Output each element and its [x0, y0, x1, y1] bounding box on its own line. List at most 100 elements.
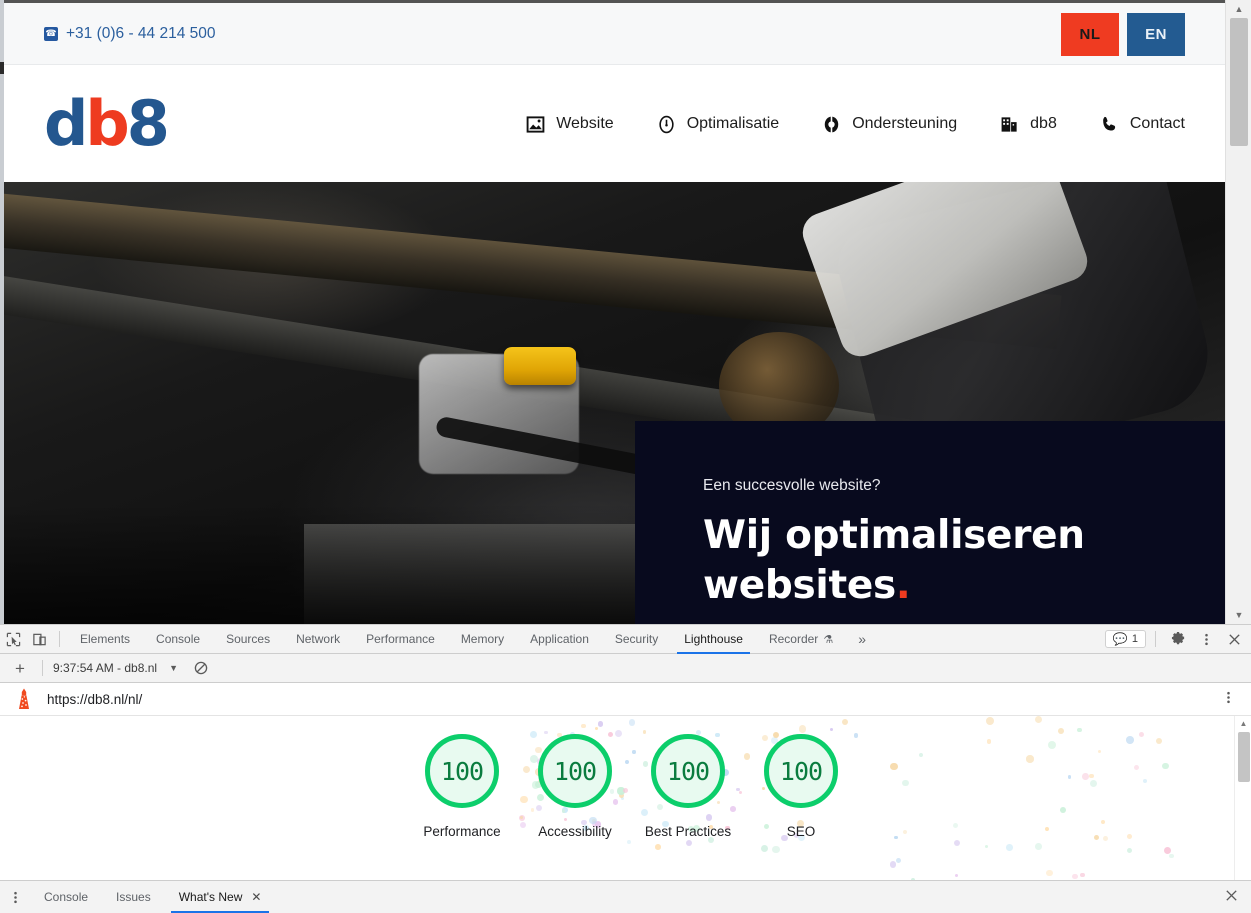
- flask-icon: ⚗: [823, 633, 834, 646]
- tab-sources[interactable]: Sources: [213, 625, 283, 654]
- gauge-performance[interactable]: 100 Performance: [409, 734, 515, 842]
- hero-title-line1: Wij optimaliseren: [703, 513, 1085, 558]
- page-scrollbar[interactable]: ▲ ▼: [1225, 0, 1251, 624]
- drawer-tab-whats-new[interactable]: What's New ✕: [165, 881, 276, 913]
- logo-letter-b: b: [85, 87, 129, 160]
- devtools-drawer: Console Issues What's New ✕: [0, 880, 1251, 913]
- device-toolbar-icon[interactable]: [26, 626, 52, 652]
- nav-label: db8: [1030, 115, 1057, 132]
- gauge-accessibility[interactable]: 100 Accessibility: [522, 734, 628, 842]
- lighthouse-score-gauges: 100 Performance 100 Accessibility 100 Be…: [409, 734, 854, 842]
- gauge-label: Best Practices: [644, 824, 732, 839]
- drawer-tab-console[interactable]: Console: [30, 881, 102, 913]
- scroll-up-arrow-icon[interactable]: ▲: [1226, 0, 1251, 18]
- lang-button-nl[interactable]: NL: [1061, 13, 1119, 56]
- gauge-seo[interactable]: 100 SEO: [748, 734, 854, 842]
- tab-memory[interactable]: Memory: [448, 625, 517, 654]
- hero-eyebrow: Een succesvolle website?: [703, 477, 881, 494]
- messages-count: 1: [1131, 633, 1138, 645]
- primary-nav: Website Optimalisatie Ondersteuning db8: [526, 115, 1185, 134]
- tab-elements[interactable]: Elements: [67, 625, 143, 654]
- nav-item-optimalisatie[interactable]: Optimalisatie: [657, 115, 779, 134]
- tab-recorder-label: Recorder: [768, 631, 819, 646]
- gauge-score: 100: [553, 756, 597, 786]
- gauge-label: SEO: [786, 824, 816, 839]
- message-icon: 💬: [1112, 632, 1128, 646]
- devtools-tabbar: Elements Console Sources Network Perform…: [0, 625, 1251, 654]
- scroll-down-arrow-icon[interactable]: ▼: [1226, 606, 1251, 624]
- nav-label: Contact: [1129, 115, 1185, 132]
- toolbar-divider: [1155, 631, 1156, 647]
- nav-label: Ondersteuning: [852, 115, 958, 132]
- nav-label: Website: [556, 115, 614, 132]
- lighthouse-report-toolbar: + 9:37:54 AM - db8.nl ▼: [0, 654, 1251, 683]
- more-vertical-icon[interactable]: [0, 890, 30, 905]
- tab-application[interactable]: Application: [517, 625, 602, 654]
- more-vertical-icon[interactable]: [1193, 626, 1219, 652]
- gauge-label: Performance: [423, 824, 501, 839]
- tab-performance[interactable]: Performance: [353, 625, 448, 654]
- page-scrollbar-thumb[interactable]: [1230, 18, 1248, 146]
- tab-security[interactable]: Security: [602, 625, 671, 654]
- gauge-ring: 100: [764, 734, 838, 808]
- lighthouse-url-row: https://db8.nl/nl/: [0, 683, 1251, 716]
- nav-item-website[interactable]: Website: [526, 115, 614, 134]
- gauge-ring: 100: [651, 734, 725, 808]
- toolbar-divider: [42, 660, 43, 676]
- site-navbar: db8 Website Optimalisatie Ondersteuning: [4, 66, 1225, 182]
- site-logo[interactable]: db8: [44, 93, 170, 155]
- hero-title-accent-dot: .: [895, 562, 911, 608]
- lighthouse-icon: [14, 688, 34, 710]
- nav-item-ondersteuning[interactable]: Ondersteuning: [822, 115, 957, 134]
- hero-text-panel: Een succesvolle website? Wij optimaliser…: [635, 421, 1225, 624]
- scroll-up-arrow-icon[interactable]: ▲: [1235, 716, 1251, 731]
- tab-console[interactable]: Console: [143, 625, 213, 654]
- site-topbar: ☎ +31 (0)6 - 44 214 500 NL EN: [4, 3, 1225, 65]
- language-switcher: NL EN: [1061, 13, 1185, 56]
- page-left-edge: [0, 0, 4, 624]
- more-vertical-icon[interactable]: [1222, 690, 1235, 708]
- inspect-cursor-icon[interactable]: [0, 626, 26, 652]
- nav-label: Optimalisatie: [686, 115, 780, 132]
- report-scrollbar-thumb[interactable]: [1238, 732, 1250, 782]
- devtools-toolbar-right: 💬 1: [1104, 626, 1247, 652]
- tab-recorder[interactable]: Recorder ⚗: [756, 625, 846, 654]
- audited-url: https://db8.nl/nl/: [47, 691, 143, 707]
- nav-item-contact[interactable]: Contact: [1100, 115, 1185, 134]
- devtools-panel: Elements Console Sources Network Perform…: [0, 624, 1251, 913]
- close-icon[interactable]: ✕: [251, 881, 261, 913]
- chevron-down-icon[interactable]: ▼: [169, 663, 178, 673]
- messages-badge[interactable]: 💬 1: [1104, 630, 1146, 648]
- hero-title-line2-wrap: websites.: [703, 561, 1225, 611]
- close-icon[interactable]: [1221, 626, 1247, 652]
- lang-button-en[interactable]: EN: [1127, 13, 1185, 56]
- tab-lighthouse[interactable]: Lighthouse: [671, 625, 756, 654]
- gauge-ring: 100: [425, 734, 499, 808]
- page-top-rule: [4, 0, 1225, 3]
- logo-digit-8: 8: [126, 87, 170, 160]
- nav-item-db8[interactable]: db8: [1000, 115, 1057, 134]
- phone-link[interactable]: ☎ +31 (0)6 - 44 214 500: [44, 25, 216, 43]
- image-icon: [526, 115, 545, 134]
- gauge-label: Accessibility: [538, 824, 612, 839]
- gauge-icon: [657, 115, 676, 134]
- toolbar-divider: [59, 631, 60, 647]
- close-drawer-icon[interactable]: [1224, 888, 1239, 906]
- gauge-ring: 100: [538, 734, 612, 808]
- drawer-tab-issues[interactable]: Issues: [102, 881, 165, 913]
- page-left-edge-marker: [0, 62, 4, 74]
- hero-title: Wij optimaliseren websites.: [703, 511, 1225, 611]
- phone-handset-icon: [1100, 115, 1119, 134]
- phone-icon: ☎: [44, 26, 58, 41]
- gauge-best-practices[interactable]: 100 Best Practices: [635, 734, 741, 842]
- gauge-score: 100: [666, 756, 710, 786]
- phone-number: +31 (0)6 - 44 214 500: [66, 24, 216, 42]
- plus-icon[interactable]: +: [8, 660, 32, 677]
- gear-icon[interactable]: [1165, 626, 1191, 652]
- more-tabs-icon[interactable]: »: [846, 631, 878, 647]
- building-icon: [1000, 115, 1019, 134]
- tab-network[interactable]: Network: [283, 625, 353, 654]
- clear-all-icon[interactable]: [194, 661, 208, 675]
- report-selector-label[interactable]: 9:37:54 AM - db8.nl: [53, 661, 157, 675]
- logo-letter-d: d: [44, 87, 88, 160]
